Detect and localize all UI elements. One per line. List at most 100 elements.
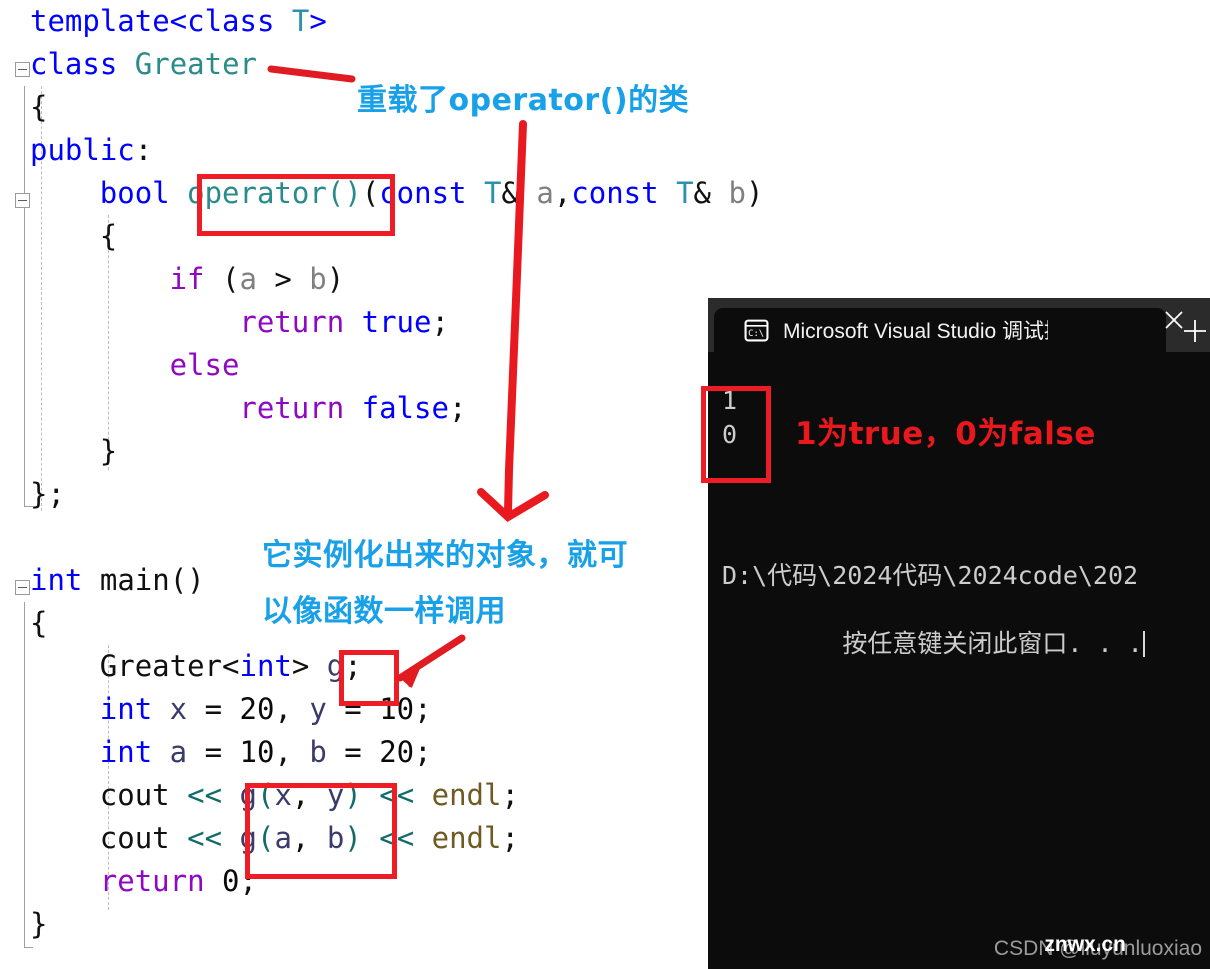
code-line[interactable]: int a = 10, b = 20; bbox=[70, 731, 432, 774]
code-token: > bbox=[256, 262, 310, 296]
code-line[interactable]: bool operator()(const T& a,const T& b) bbox=[70, 172, 764, 215]
code-token: const bbox=[571, 176, 659, 210]
code-token: T bbox=[291, 4, 310, 38]
code-token: T bbox=[676, 176, 694, 210]
code-token: , bbox=[553, 176, 572, 210]
code-token: } bbox=[30, 907, 48, 941]
code-line[interactable]: template<class T> bbox=[0, 0, 327, 43]
code-token: b bbox=[309, 262, 327, 296]
code-line[interactable]: return true; bbox=[209, 301, 449, 344]
code-line[interactable]: { bbox=[70, 215, 117, 258]
code-line[interactable]: { bbox=[0, 602, 47, 645]
code-line[interactable]: class Greater bbox=[0, 43, 257, 86]
code-token: ; bbox=[414, 692, 432, 726]
code-token: y bbox=[309, 692, 327, 726]
code-token: int bbox=[99, 692, 153, 726]
code-token: int bbox=[99, 735, 153, 769]
terminal-tab-title: Microsoft Visual Studio 调试控 bbox=[783, 320, 1048, 343]
code-token: false bbox=[361, 391, 449, 425]
code-token: class bbox=[187, 4, 275, 38]
code-line[interactable]: } bbox=[70, 430, 117, 473]
code-token: a bbox=[536, 176, 554, 210]
code-token: , bbox=[274, 735, 310, 769]
code-token: { bbox=[99, 219, 118, 253]
terminal-prompt-line: 按任意键关闭此窗口. . . bbox=[722, 593, 1145, 695]
code-token: 10 bbox=[239, 735, 275, 769]
code-token: 20 bbox=[239, 692, 275, 726]
annotation-overloaded-operator-class: 重载了operator()的类 bbox=[357, 83, 690, 118]
annotation-instance-callable-line1: 它实例化出来的对象，就可 bbox=[262, 538, 628, 573]
code-token: cout bbox=[99, 778, 170, 812]
code-token: < bbox=[222, 649, 240, 683]
code-token: endl bbox=[431, 821, 502, 855]
code-token: { bbox=[30, 90, 48, 124]
code-line[interactable]: }; bbox=[0, 473, 65, 516]
code-line[interactable]: else bbox=[140, 344, 240, 387]
code-token: int bbox=[239, 649, 292, 683]
code-token: = bbox=[187, 692, 240, 726]
code-token: x bbox=[169, 692, 188, 726]
terminal-prompt-text: 按任意键关闭此窗口. . . bbox=[842, 629, 1143, 658]
code-token: T bbox=[483, 176, 502, 210]
code-token: ; bbox=[501, 821, 519, 855]
code-token: b bbox=[728, 176, 746, 210]
terminal-tab[interactable]: C:\ Microsoft Visual Studio 调试控 bbox=[714, 308, 1166, 352]
terminal-titlebar[interactable]: C:\ Microsoft Visual Studio 调试控 bbox=[708, 298, 1210, 352]
debug-console-window[interactable]: C:\ Microsoft Visual Studio 调试控 1 0 D:\代… bbox=[708, 298, 1210, 969]
annotation-instance-callable-line2: 以像函数一样调用 bbox=[262, 594, 506, 629]
code-token: Greater bbox=[99, 649, 223, 683]
code-token: }; bbox=[30, 477, 65, 511]
code-token: 0 bbox=[222, 864, 240, 898]
site-watermark: znwx.cn bbox=[1044, 933, 1126, 956]
new-tab-icon[interactable] bbox=[1180, 316, 1210, 346]
code-token: a bbox=[239, 262, 257, 296]
code-token: ; bbox=[501, 778, 519, 812]
code-token: & bbox=[501, 176, 537, 210]
screenshot-root: template<class T> class Greater { public: bo… bbox=[0, 0, 1210, 969]
code-line[interactable]: } bbox=[0, 903, 47, 946]
code-line[interactable]: int main() bbox=[0, 559, 205, 602]
code-token: ; bbox=[448, 391, 467, 425]
code-token: a bbox=[169, 735, 188, 769]
code-line[interactable]: return 0; bbox=[70, 860, 257, 903]
code-token: & bbox=[693, 176, 729, 210]
code-token: , bbox=[274, 692, 310, 726]
code-token: return bbox=[239, 391, 345, 425]
code-line[interactable]: Greater<int> g; bbox=[70, 645, 362, 688]
annotation-true-false: 1为true，0为false bbox=[795, 416, 1096, 452]
terminal-path-line: D:\代码\2024代码\2024code\202 bbox=[722, 561, 1139, 590]
code-line[interactable] bbox=[0, 516, 47, 559]
collapse-toggle-operator[interactable] bbox=[15, 193, 30, 208]
code-token: cout bbox=[99, 821, 170, 855]
code-line[interactable]: return false; bbox=[209, 387, 466, 430]
code-token: << bbox=[187, 778, 223, 812]
code-line[interactable]: public: bbox=[0, 129, 152, 172]
code-line[interactable]: { bbox=[0, 86, 47, 129]
code-token: 20 bbox=[379, 735, 415, 769]
code-token: > bbox=[291, 649, 327, 683]
code-token: ) bbox=[326, 262, 345, 296]
highlight-box-terminal-output bbox=[701, 386, 771, 483]
code-token: int bbox=[30, 563, 83, 597]
code-line[interactable]: if (a > b) bbox=[140, 258, 345, 301]
code-token: Greater bbox=[134, 47, 257, 81]
code-token: main bbox=[99, 563, 170, 597]
highlight-box-g-calls bbox=[245, 783, 397, 879]
outline-guide-main-foot bbox=[24, 947, 33, 948]
code-token: ( bbox=[204, 262, 240, 296]
highlight-box-operator bbox=[197, 174, 395, 236]
code-token: : bbox=[134, 133, 153, 167]
